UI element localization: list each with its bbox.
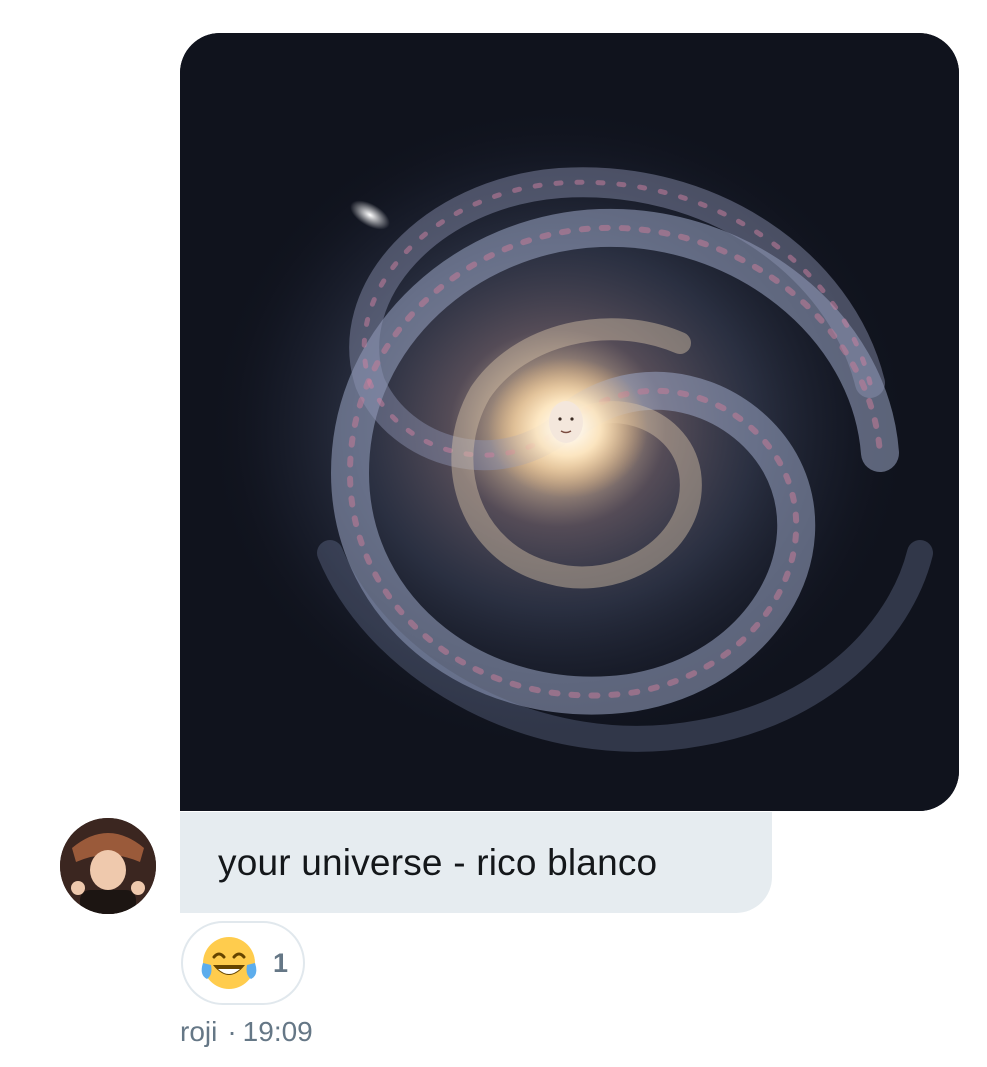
message-bubble[interactable]: your universe - rico blanco bbox=[180, 812, 772, 913]
reaction-count: 1 bbox=[273, 947, 289, 978]
reaction-pill[interactable]: 1 bbox=[181, 921, 305, 1005]
meta-separator: · bbox=[227, 1016, 237, 1047]
message-text: your universe - rico blanco bbox=[218, 841, 658, 883]
message-meta: roji · 19:09 bbox=[180, 1016, 313, 1048]
galaxy-image[interactable] bbox=[180, 33, 959, 811]
sender-name[interactable]: roji bbox=[180, 1016, 217, 1048]
face-cutout bbox=[549, 401, 583, 443]
message-time: 19:09 bbox=[242, 1016, 313, 1047]
galaxy-picture bbox=[180, 33, 959, 811]
avatar[interactable] bbox=[60, 818, 156, 914]
user-avatar-icon bbox=[60, 818, 156, 914]
face-with-tears-of-joy-icon bbox=[201, 937, 257, 989]
